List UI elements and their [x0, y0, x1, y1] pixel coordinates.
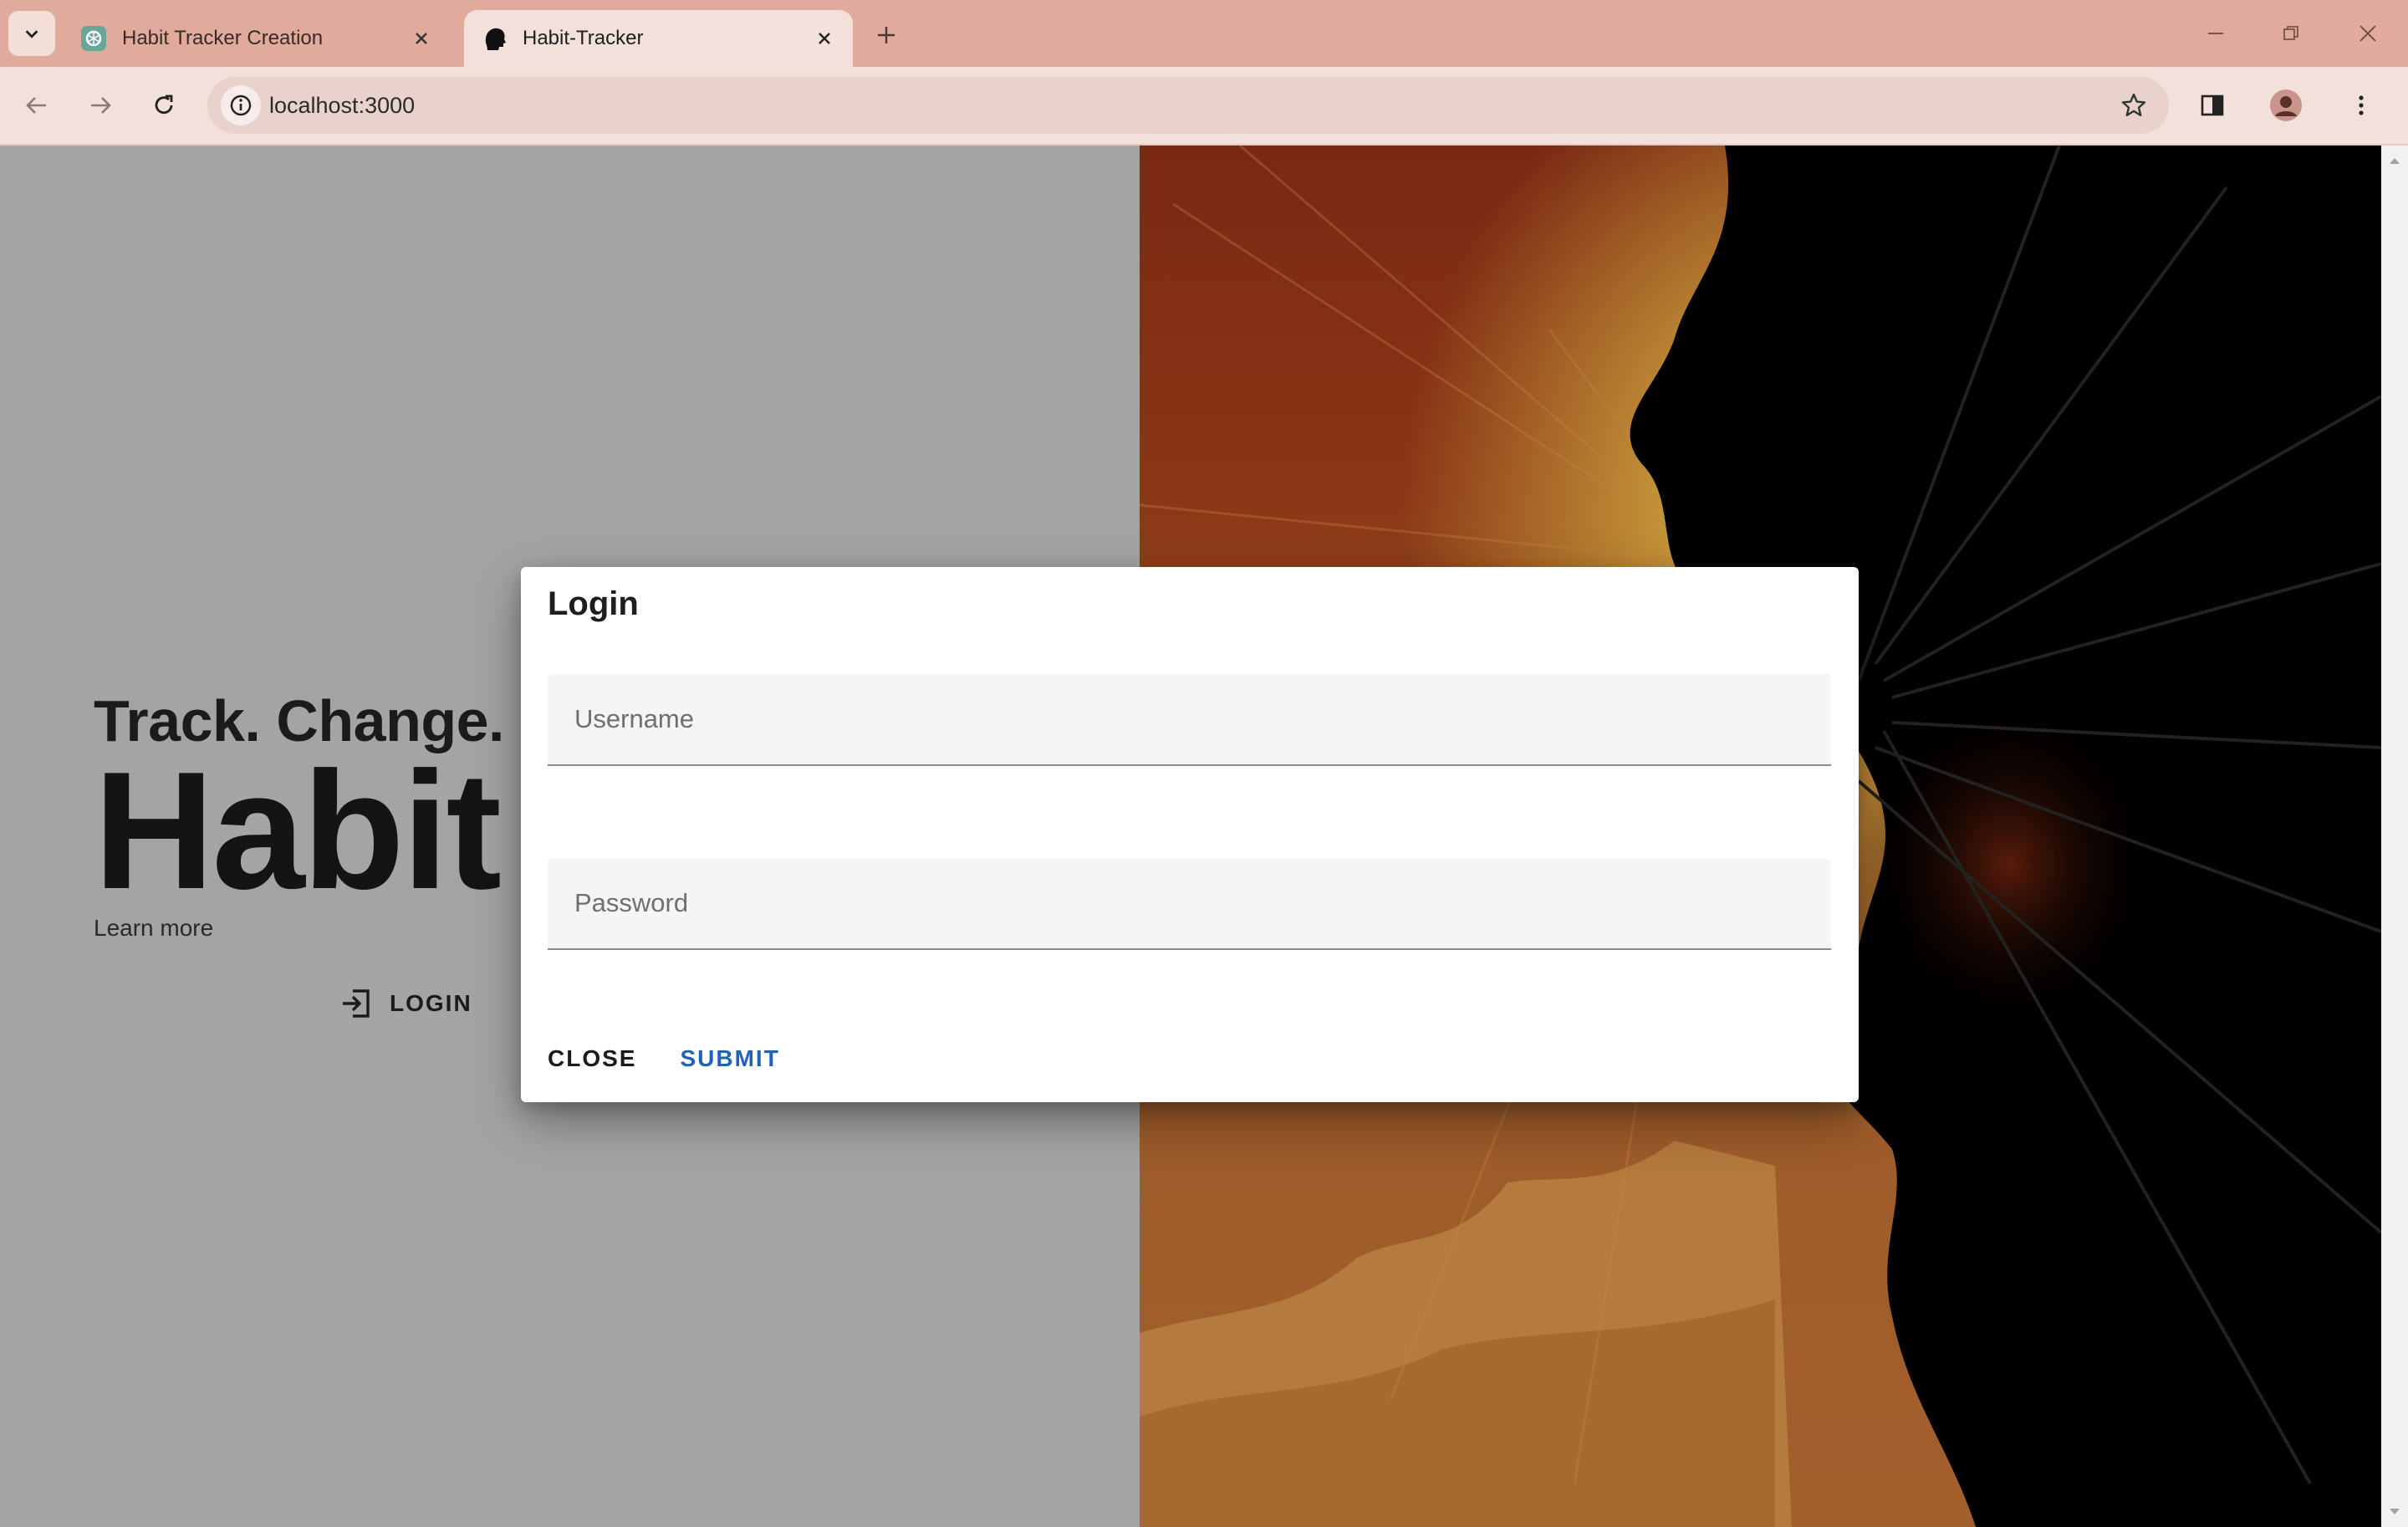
head-silhouette-icon: [485, 28, 506, 50]
close-icon: [2360, 25, 2376, 42]
new-tab-button[interactable]: [870, 18, 903, 52]
password-field: [548, 858, 1831, 950]
chatgpt-icon: [81, 26, 106, 51]
tab-habit-tracker-creation[interactable]: Habit Tracker Creation: [65, 10, 450, 67]
address-text: localhost:3000: [269, 93, 416, 118]
restore-icon: [2283, 26, 2298, 40]
back-arrow-icon: [26, 97, 46, 114]
tab-search-button[interactable]: [8, 11, 55, 56]
reload-icon: [155, 94, 173, 115]
profile-icon: [2270, 89, 2302, 121]
login-icon: [343, 989, 370, 1018]
forward-button[interactable]: [80, 85, 120, 125]
tab-habit-tracker[interactable]: Habit-Tracker: [464, 10, 853, 67]
scroll-down-icon[interactable]: [2388, 1505, 2401, 1519]
close-tab-icon[interactable]: [408, 25, 435, 52]
forward-arrow-icon: [91, 97, 111, 114]
hero-login-button[interactable]: LOGIN: [339, 987, 472, 1020]
minimize-icon: [2208, 33, 2223, 34]
restore-button[interactable]: [2273, 15, 2309, 52]
login-dialog: Login CLOSE SUBMIT: [521, 567, 1859, 1102]
close-button[interactable]: CLOSE: [548, 1045, 636, 1072]
address-bar[interactable]: localhost:3000: [207, 77, 2169, 134]
username-input[interactable]: [548, 674, 1831, 764]
dialog-title: Login: [548, 585, 639, 622]
tab-title: Habit Tracker Creation: [122, 27, 324, 49]
more-vertical-icon: [2359, 95, 2364, 115]
hero-login-label: LOGIN: [390, 990, 472, 1016]
browser-toolbar: localhost:3000: [0, 67, 2408, 146]
browser-menu-button[interactable]: [2341, 85, 2381, 125]
site-info-icon[interactable]: [221, 85, 261, 125]
page-scrollbar[interactable]: [2381, 146, 2408, 1527]
back-button[interactable]: [17, 85, 57, 125]
submit-button[interactable]: SUBMIT: [680, 1045, 779, 1072]
password-input[interactable]: [548, 858, 1831, 948]
scroll-up-icon[interactable]: [2388, 154, 2401, 167]
chevron-down-icon: [25, 30, 38, 38]
minimize-button[interactable]: [2197, 15, 2234, 52]
close-tab-icon[interactable]: [811, 25, 838, 52]
bookmark-star-icon[interactable]: [2115, 87, 2152, 124]
learn-more-link[interactable]: Learn more: [94, 915, 213, 942]
side-panel-button[interactable]: [2192, 85, 2232, 125]
dialog-actions: CLOSE SUBMIT: [548, 1045, 780, 1072]
username-field: [548, 674, 1831, 766]
browser-tabstrip: Habit Tracker Creation Habit-Tracker: [0, 0, 2408, 67]
close-window-button[interactable]: [2349, 15, 2386, 52]
tab-title: Habit-Tracker: [523, 27, 644, 49]
profile-avatar[interactable]: [2266, 85, 2306, 125]
plus-icon: [878, 27, 895, 43]
reload-button[interactable]: [144, 85, 184, 125]
side-panel-icon: [2201, 94, 2224, 116]
